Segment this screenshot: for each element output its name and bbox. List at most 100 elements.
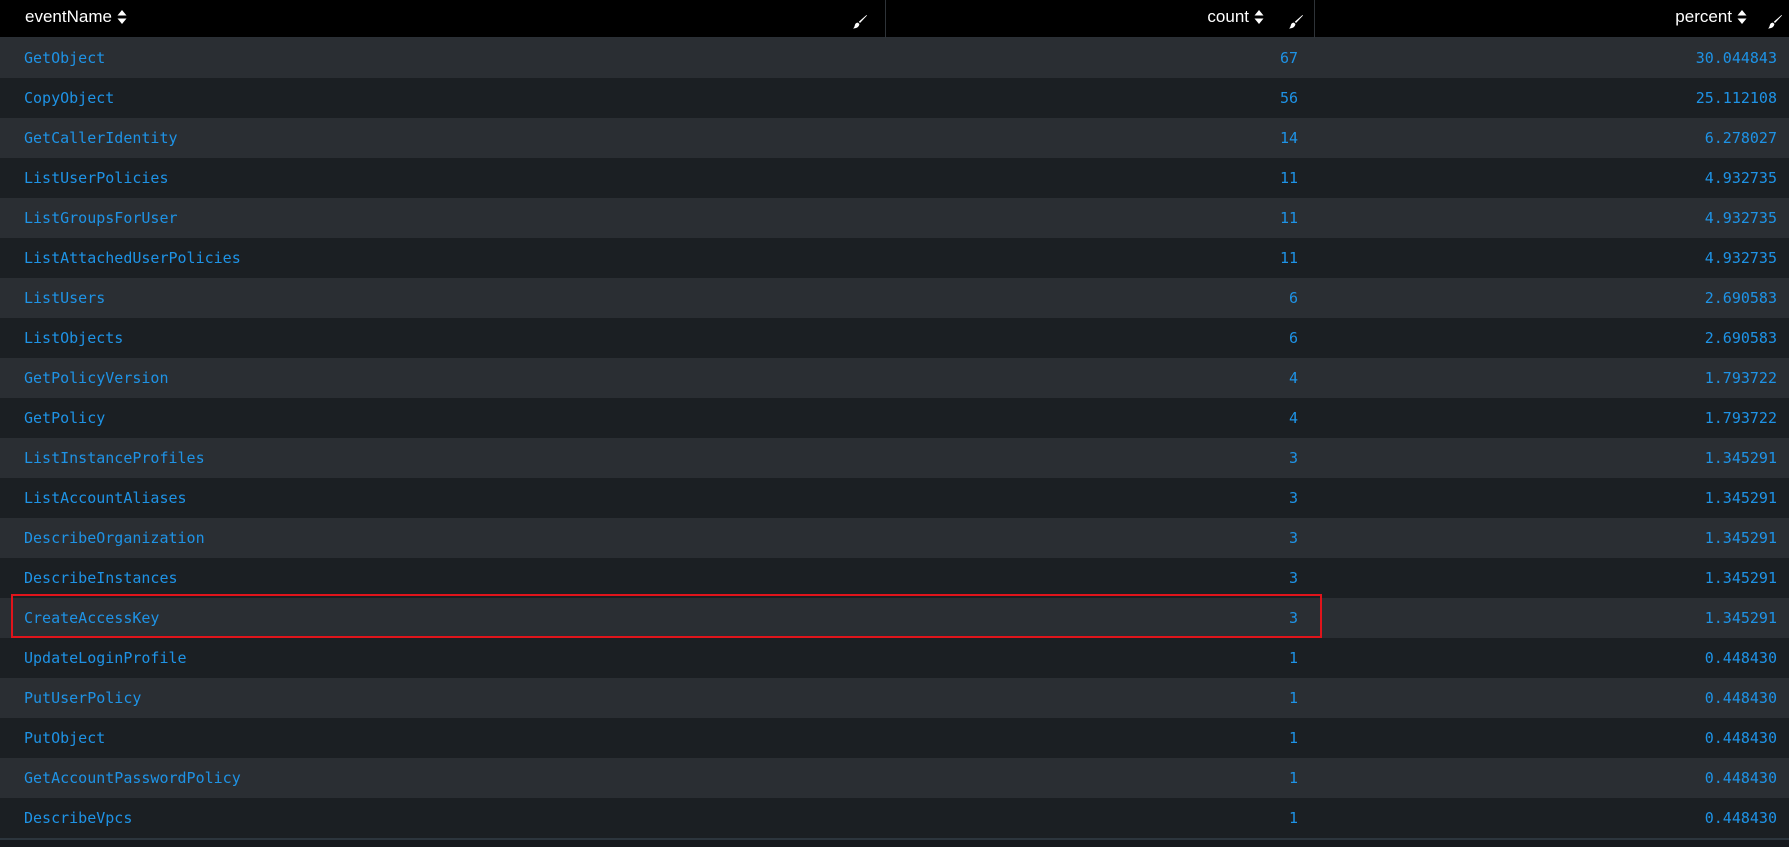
table-row: DescribeOrganization 3 1.345291 (0, 518, 1789, 558)
sort-icon[interactable] (1254, 9, 1264, 25)
event-name-link[interactable]: DescribeInstances (24, 569, 178, 587)
percent-cell: 1.345291 (1705, 558, 1777, 598)
percent-value[interactable]: 1.345291 (1705, 529, 1777, 547)
percent-value[interactable]: 1.345291 (1705, 449, 1777, 467)
count-value[interactable]: 1 (1289, 769, 1298, 787)
count-value[interactable]: 6 (1289, 329, 1298, 347)
event-name-link[interactable]: ListAttachedUserPolicies (24, 249, 241, 267)
count-value[interactable]: 3 (1289, 489, 1298, 507)
event-name-link[interactable]: ListObjects (24, 329, 123, 347)
event-name-link[interactable]: CopyObject (24, 89, 114, 107)
percent-value[interactable]: 1.793722 (1705, 369, 1777, 387)
column-header-percent[interactable]: percent (1315, 0, 1789, 38)
percent-value[interactable]: 0.448430 (1705, 689, 1777, 707)
count-value[interactable]: 14 (1280, 129, 1298, 147)
count-cell: 3 (1289, 558, 1298, 598)
count-value[interactable]: 1 (1289, 809, 1298, 827)
event-name-link[interactable]: GetCallerIdentity (24, 129, 178, 147)
count-cell: 4 (1289, 398, 1298, 438)
results-table: eventName count percent GetObject 67 30.… (0, 0, 1789, 847)
event-name-cell: CreateAccessKey (24, 598, 159, 638)
percent-value[interactable]: 0.448430 (1705, 769, 1777, 787)
column-header-count[interactable]: count (886, 0, 1315, 38)
percent-value[interactable]: 25.112108 (1696, 89, 1777, 107)
percent-cell: 1.345291 (1705, 478, 1777, 518)
event-name-cell: GetAccountPasswordPolicy (24, 758, 241, 798)
percent-value[interactable]: 0.448430 (1705, 729, 1777, 747)
percent-cell: 2.690583 (1705, 318, 1777, 358)
percent-value[interactable]: 2.690583 (1705, 289, 1777, 307)
percent-value[interactable]: 4.932735 (1705, 209, 1777, 227)
event-name-cell: PutUserPolicy (24, 678, 141, 718)
count-value[interactable]: 1 (1289, 689, 1298, 707)
event-name-link[interactable]: GetObject (24, 49, 105, 67)
percent-cell: 1.345291 (1705, 598, 1777, 638)
percent-value[interactable]: 2.690583 (1705, 329, 1777, 347)
event-name-link[interactable]: ListGroupsForUser (24, 209, 178, 227)
count-value[interactable]: 67 (1280, 49, 1298, 67)
percent-value[interactable]: 30.044843 (1696, 49, 1777, 67)
percent-value[interactable]: 1.345291 (1705, 569, 1777, 587)
percent-value[interactable]: 0.448430 (1705, 809, 1777, 827)
percent-value[interactable]: 4.932735 (1705, 249, 1777, 267)
percent-cell: 1.345291 (1705, 438, 1777, 478)
count-value[interactable]: 1 (1289, 649, 1298, 667)
percent-cell: 0.448430 (1705, 638, 1777, 678)
event-name-link[interactable]: PutObject (24, 729, 105, 747)
percent-value[interactable]: 1.345291 (1705, 609, 1777, 627)
count-value[interactable]: 56 (1280, 89, 1298, 107)
table-row-highlighted: CreateAccessKey 3 1.345291 (0, 598, 1789, 638)
count-value[interactable]: 3 (1289, 609, 1298, 627)
count-value[interactable]: 1 (1289, 729, 1298, 747)
event-name-link[interactable]: ListUsers (24, 289, 105, 307)
column-header-eventname[interactable]: eventName (0, 0, 886, 38)
event-name-link[interactable]: UpdateLoginProfile (24, 649, 187, 667)
count-value[interactable]: 11 (1280, 209, 1298, 227)
event-name-link[interactable]: GetPolicyVersion (24, 369, 169, 387)
event-name-link[interactable]: ListUserPolicies (24, 169, 169, 187)
count-value[interactable]: 4 (1289, 369, 1298, 387)
paintbrush-edit-icon[interactable] (1767, 8, 1783, 29)
sort-icon[interactable] (1737, 9, 1747, 25)
table-row: ListInstanceProfiles 3 1.345291 (0, 438, 1789, 478)
table-row: GetPolicyVersion 4 1.793722 (0, 358, 1789, 398)
percent-cell: 4.932735 (1705, 238, 1777, 278)
percent-cell: 1.793722 (1705, 398, 1777, 438)
count-value[interactable]: 11 (1280, 169, 1298, 187)
paintbrush-edit-icon[interactable] (852, 8, 868, 29)
percent-cell: 1.345291 (1705, 518, 1777, 558)
sort-icon[interactable] (117, 9, 127, 25)
percent-value[interactable]: 1.793722 (1705, 409, 1777, 427)
count-cell: 1 (1289, 718, 1298, 758)
table-row: DescribeVpcs 1 0.448430 (0, 798, 1789, 838)
table-row: ListUsers 6 2.690583 (0, 278, 1789, 318)
count-value[interactable]: 3 (1289, 449, 1298, 467)
table-row: UpdateLoginProfile 1 0.448430 (0, 638, 1789, 678)
event-name-cell: DescribeOrganization (24, 518, 205, 558)
paintbrush-edit-icon[interactable] (1288, 8, 1304, 29)
percent-cell: 4.932735 (1705, 198, 1777, 238)
count-value[interactable]: 3 (1289, 529, 1298, 547)
event-name-link[interactable]: CreateAccessKey (24, 609, 159, 627)
event-name-link[interactable]: DescribeOrganization (24, 529, 205, 547)
event-name-link[interactable]: ListAccountAliases (24, 489, 187, 507)
count-value[interactable]: 3 (1289, 569, 1298, 587)
event-name-link[interactable]: ListInstanceProfiles (24, 449, 205, 467)
event-name-link[interactable]: PutUserPolicy (24, 689, 141, 707)
count-cell: 1 (1289, 638, 1298, 678)
percent-value[interactable]: 4.932735 (1705, 169, 1777, 187)
event-name-cell: GetCallerIdentity (24, 118, 178, 158)
percent-cell: 6.278027 (1705, 118, 1777, 158)
event-name-cell: ListAccountAliases (24, 478, 187, 518)
percent-value[interactable]: 0.448430 (1705, 649, 1777, 667)
percent-value[interactable]: 1.345291 (1705, 489, 1777, 507)
percent-value[interactable]: 6.278027 (1705, 129, 1777, 147)
event-name-link[interactable]: GetAccountPasswordPolicy (24, 769, 241, 787)
event-name-link[interactable]: DescribeVpcs (24, 809, 132, 827)
table-row: GetPolicy 4 1.793722 (0, 398, 1789, 438)
table-header: eventName count percent (0, 0, 1789, 38)
count-value[interactable]: 11 (1280, 249, 1298, 267)
event-name-link[interactable]: GetPolicy (24, 409, 105, 427)
count-value[interactable]: 4 (1289, 409, 1298, 427)
count-value[interactable]: 6 (1289, 289, 1298, 307)
